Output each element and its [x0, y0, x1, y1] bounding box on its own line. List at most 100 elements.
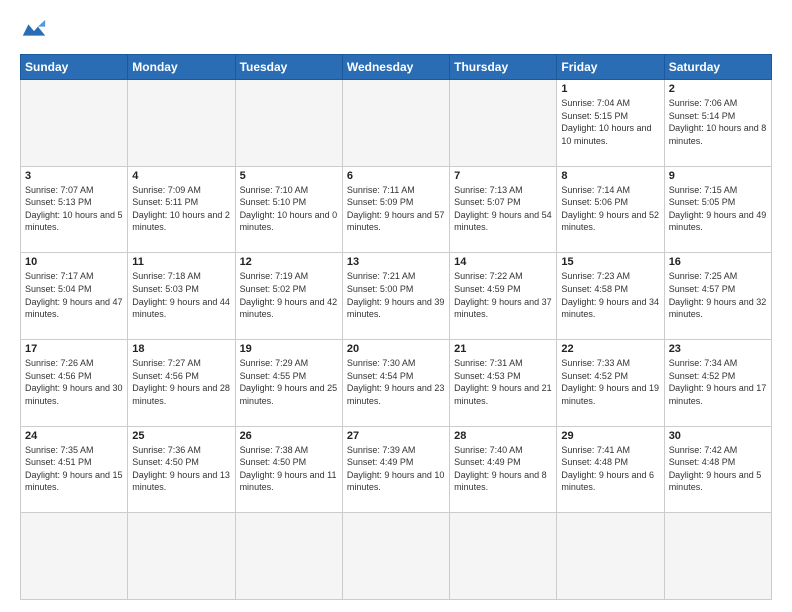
- calendar-cell: 17Sunrise: 7:26 AM Sunset: 4:56 PM Dayli…: [21, 339, 128, 426]
- calendar-cell: [450, 80, 557, 167]
- day-info: Sunrise: 7:34 AM Sunset: 4:52 PM Dayligh…: [669, 357, 767, 407]
- calendar-cell: 30Sunrise: 7:42 AM Sunset: 4:48 PM Dayli…: [664, 426, 771, 513]
- day-number: 16: [669, 256, 767, 268]
- day-number: 8: [561, 170, 659, 182]
- day-number: 12: [240, 256, 338, 268]
- calendar-cell: 20 Sunrise: 7:30 AM Sunset: 4:54 PM Dayli…: [342, 339, 449, 426]
- calendar-cell: 29 Sunrise: 7:41 AM Sunset: 4:48 PM Dayli…: [557, 426, 664, 513]
- calendar-cell: 8Sunrise: 7:14 AM Sunset: 5:06 PM Daylig…: [557, 166, 664, 253]
- day-number: 4: [132, 170, 230, 182]
- calendar-cell: 10 Sunrise: 7:17 AM Sunset: 5:04 PM Dayli…: [21, 253, 128, 340]
- calendar-cell: [450, 513, 557, 600]
- day-info: Sunrise: 7:22 AM Sunset: 4:59 PM Dayligh…: [454, 270, 552, 320]
- day-number: 20: [347, 343, 445, 355]
- weekday-header-monday: Monday: [128, 55, 235, 80]
- logo-icon: [20, 16, 48, 44]
- calendar-cell: [21, 513, 128, 600]
- day-number: 14: [454, 256, 552, 268]
- day-number: 13: [347, 256, 445, 268]
- calendar: SundayMondayTuesdayWednesdayThursdayFrid…: [20, 54, 772, 600]
- calendar-cell: 1 Sunrise: 7:04 AM Sunset: 5:15 PM Daylig…: [557, 80, 664, 167]
- day-info: Sunrise: 7:07 AM Sunset: 5:13 PM Dayligh…: [25, 184, 123, 234]
- calendar-cell: [128, 513, 235, 600]
- day-info: Sunrise: 7:38 AM Sunset: 4:50 PM Dayligh…: [240, 444, 338, 494]
- calendar-cell: 16 Sunrise: 7:25 AM Sunset: 4:57 PM Dayli…: [664, 253, 771, 340]
- day-number: 7: [454, 170, 552, 182]
- day-info: Sunrise: 7:41 AM Sunset: 4:48 PM Dayligh…: [561, 444, 659, 494]
- day-number: 24: [25, 430, 123, 442]
- day-info: Sunrise: 7:21 AM Sunset: 5:00 PM Dayligh…: [347, 270, 445, 320]
- day-info: Sunrise: 7:23 AM Sunset: 4:58 PM Dayligh…: [561, 270, 659, 320]
- day-number: 15: [561, 256, 659, 268]
- calendar-cell: [21, 80, 128, 167]
- calendar-cell: 3 Sunrise: 7:07 AM Sunset: 5:13 PM Daylig…: [21, 166, 128, 253]
- calendar-cell: [128, 80, 235, 167]
- calendar-cell: [342, 513, 449, 600]
- day-number: 21: [454, 343, 552, 355]
- weekday-header-tuesday: Tuesday: [235, 55, 342, 80]
- header: [20, 16, 772, 44]
- calendar-cell: 25Sunrise: 7:36 AM Sunset: 4:50 PM Dayli…: [128, 426, 235, 513]
- day-info: Sunrise: 7:40 AM Sunset: 4:49 PM Dayligh…: [454, 444, 552, 494]
- calendar-cell: 2 Sunrise: 7:06 AM Sunset: 5:14 PM Daylig…: [664, 80, 771, 167]
- day-number: 22: [561, 343, 659, 355]
- day-number: 10: [25, 256, 123, 268]
- calendar-cell: [235, 513, 342, 600]
- calendar-cell: 24 Sunrise: 7:35 AM Sunset: 4:51 PM Dayli…: [21, 426, 128, 513]
- day-number: 1: [561, 83, 659, 95]
- calendar-cell: 23 Sunrise: 7:34 AM Sunset: 4:52 PM Dayli…: [664, 339, 771, 426]
- calendar-cell: 21 Sunrise: 7:31 AM Sunset: 4:53 PM Dayli…: [450, 339, 557, 426]
- day-info: Sunrise: 7:06 AM Sunset: 5:14 PM Dayligh…: [669, 97, 767, 147]
- day-info: Sunrise: 7:25 AM Sunset: 4:57 PM Dayligh…: [669, 270, 767, 320]
- calendar-cell: 27Sunrise: 7:39 AM Sunset: 4:49 PM Dayli…: [342, 426, 449, 513]
- day-info: Sunrise: 7:17 AM Sunset: 5:04 PM Dayligh…: [25, 270, 123, 320]
- day-info: Sunrise: 7:35 AM Sunset: 4:51 PM Dayligh…: [25, 444, 123, 494]
- calendar-cell: [342, 80, 449, 167]
- day-info: Sunrise: 7:18 AM Sunset: 5:03 PM Dayligh…: [132, 270, 230, 320]
- day-number: 3: [25, 170, 123, 182]
- day-number: 2: [669, 83, 767, 95]
- day-number: 11: [132, 256, 230, 268]
- day-info: Sunrise: 7:19 AM Sunset: 5:02 PM Dayligh…: [240, 270, 338, 320]
- logo: [20, 16, 52, 44]
- day-number: 26: [240, 430, 338, 442]
- calendar-cell: [557, 513, 664, 600]
- calendar-cell: 26 Sunrise: 7:38 AM Sunset: 4:50 PM Dayli…: [235, 426, 342, 513]
- day-number: 5: [240, 170, 338, 182]
- day-number: 27: [347, 430, 445, 442]
- day-info: Sunrise: 7:29 AM Sunset: 4:55 PM Dayligh…: [240, 357, 338, 407]
- calendar-cell: 5 Sunrise: 7:10 AM Sunset: 5:10 PM Daylig…: [235, 166, 342, 253]
- calendar-cell: 18 Sunrise: 7:27 AM Sunset: 4:56 PM Dayli…: [128, 339, 235, 426]
- calendar-cell: 15 Sunrise: 7:23 AM Sunset: 4:58 PM Dayli…: [557, 253, 664, 340]
- day-info: Sunrise: 7:09 AM Sunset: 5:11 PM Dayligh…: [132, 184, 230, 234]
- day-number: 18: [132, 343, 230, 355]
- day-number: 23: [669, 343, 767, 355]
- calendar-cell: 14 Sunrise: 7:22 AM Sunset: 4:59 PM Dayli…: [450, 253, 557, 340]
- calendar-cell: 9Sunrise: 7:15 AM Sunset: 5:05 PM Daylig…: [664, 166, 771, 253]
- day-info: Sunrise: 7:04 AM Sunset: 5:15 PM Dayligh…: [561, 97, 659, 147]
- calendar-cell: 11 Sunrise: 7:18 AM Sunset: 5:03 PM Dayli…: [128, 253, 235, 340]
- day-number: 29: [561, 430, 659, 442]
- day-number: 19: [240, 343, 338, 355]
- calendar-cell: [235, 80, 342, 167]
- calendar-cell: 4 Sunrise: 7:09 AM Sunset: 5:11 PM Daylig…: [128, 166, 235, 253]
- calendar-cell: 13 Sunrise: 7:21 AM Sunset: 5:00 PM Dayli…: [342, 253, 449, 340]
- day-info: Sunrise: 7:31 AM Sunset: 4:53 PM Dayligh…: [454, 357, 552, 407]
- day-info: Sunrise: 7:11 AM Sunset: 5:09 PM Dayligh…: [347, 184, 445, 234]
- day-info: Sunrise: 7:27 AM Sunset: 4:56 PM Dayligh…: [132, 357, 230, 407]
- day-info: Sunrise: 7:36 AM Sunset: 4:50 PM Dayligh…: [132, 444, 230, 494]
- calendar-cell: 28Sunrise: 7:40 AM Sunset: 4:49 PM Dayli…: [450, 426, 557, 513]
- weekday-header-wednesday: Wednesday: [342, 55, 449, 80]
- calendar-cell: 19 Sunrise: 7:29 AM Sunset: 4:55 PM Dayli…: [235, 339, 342, 426]
- day-info: Sunrise: 7:30 AM Sunset: 4:54 PM Dayligh…: [347, 357, 445, 407]
- calendar-cell: [664, 513, 771, 600]
- weekday-header-thursday: Thursday: [450, 55, 557, 80]
- day-info: Sunrise: 7:10 AM Sunset: 5:10 PM Dayligh…: [240, 184, 338, 234]
- calendar-cell: 6Sunrise: 7:11 AM Sunset: 5:09 PM Daylig…: [342, 166, 449, 253]
- day-info: Sunrise: 7:13 AM Sunset: 5:07 PM Dayligh…: [454, 184, 552, 234]
- weekday-header-saturday: Saturday: [664, 55, 771, 80]
- weekday-header-sunday: Sunday: [21, 55, 128, 80]
- weekday-header-friday: Friday: [557, 55, 664, 80]
- day-info: Sunrise: 7:15 AM Sunset: 5:05 PM Dayligh…: [669, 184, 767, 234]
- calendar-cell: 22Sunrise: 7:33 AM Sunset: 4:52 PM Dayli…: [557, 339, 664, 426]
